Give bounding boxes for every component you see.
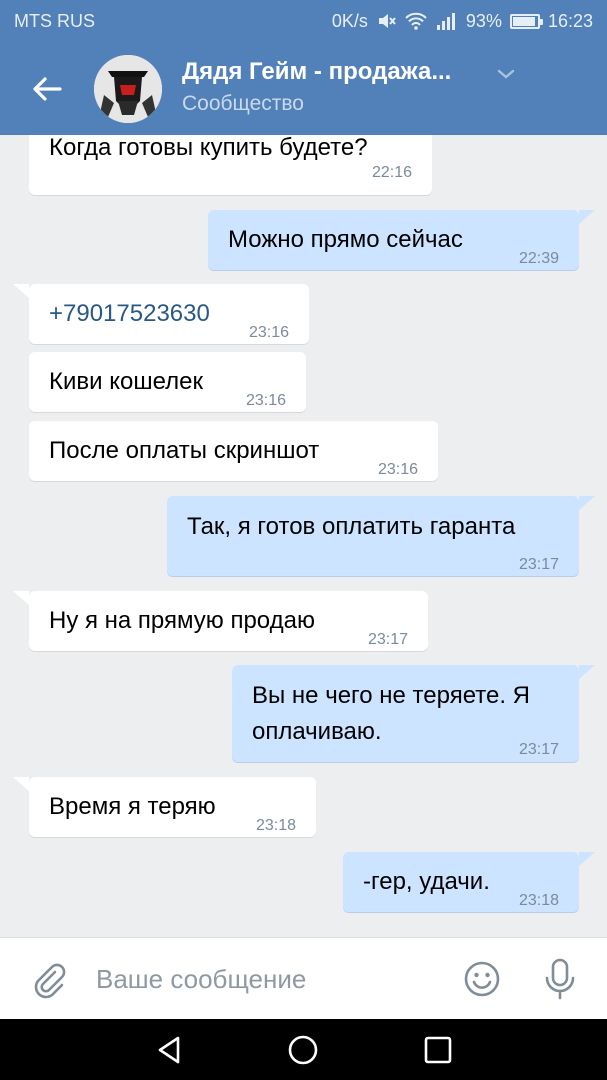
bubble-tail [13,777,29,791]
message-text: Киви кошелек [49,368,203,395]
message-time: 22:16 [371,164,412,181]
message-text: Можно прямо сейчас [228,226,463,253]
message-outgoing[interactable]: Так, я готов оплатить гаранта 23:17 [167,496,579,576]
message-outgoing[interactable]: -гер, удачи. 23:18 [343,852,579,912]
message-incoming[interactable]: Время я теряю 23:18 [29,777,316,837]
message-time: 22:39 [518,250,559,267]
message-text: Так, я готов оплатить гаранта [187,513,516,540]
chevron-down-icon[interactable] [494,62,518,86]
chat-title[interactable]: Дядя Гейм - продажа... [182,58,492,86]
message-incoming[interactable]: Когда готовы купить будете? 22:16 [29,135,432,195]
battery-percent: 93% [465,10,502,31]
bubble-tail [579,210,595,224]
paperclip-icon[interactable] [28,959,68,999]
message-incoming[interactable]: +79017523630 23:16 [29,284,309,344]
message-outgoing[interactable]: Вы не чего не теряете. Я оплачиваю. 23:1… [232,665,579,762]
message-time: 23:18 [518,892,559,909]
mute-icon [376,11,396,31]
chat-toolbar: Дядя Гейм - продажа... Сообщество [0,42,607,135]
nav-home-icon[interactable] [286,1033,320,1067]
message-text-line1: Вы не чего не теряете. Я [252,682,530,709]
app-header: MTS RUS 0K/s 93% 16:23 Дядя Гейм - прода… [0,0,607,135]
message-outgoing[interactable]: Можно прямо сейчас 22:39 [208,210,579,270]
bubble-tail [13,591,29,605]
nav-recents-icon[interactable] [421,1033,455,1067]
message-incoming[interactable]: Ну я на прямую продаю 23:17 [29,591,428,651]
message-text: Время я теряю [49,793,216,820]
message-time: 23:17 [518,741,559,758]
back-button[interactable] [22,64,72,114]
nav-back-icon[interactable] [152,1033,186,1067]
message-input[interactable]: Ваше сообщение [96,960,436,998]
message-text: Ну я на прямую продаю [49,607,315,634]
message-text-line2: оплачиваю. [252,718,382,745]
microphone-icon[interactable] [540,957,580,1001]
message-time: 23:16 [245,392,286,409]
avatar-image [94,55,162,123]
message-time: 23:16 [377,461,418,478]
signal-icon [436,12,458,30]
battery-icon [509,13,543,29]
message-text: -гер, удачи. [363,868,490,895]
wifi-icon [404,11,428,31]
message-time: 23:17 [367,631,408,648]
message-list[interactable]: Когда готовы купить будете? 22:16 Можно … [0,135,607,937]
message-incoming[interactable]: После оплаты скриншот 23:16 [29,421,438,481]
status-bar: MTS RUS 0K/s 93% 16:23 [0,0,607,42]
bubble-tail [579,852,595,866]
carrier-label: MTS RUS [14,10,95,31]
chat-subtitle: Сообщество [182,92,304,115]
message-time: 23:17 [518,556,559,573]
back-arrow-icon [33,77,62,101]
smile-icon[interactable] [462,959,502,999]
phone-link[interactable]: +79017523630 [49,297,210,331]
message-text: Когда готовы купить будете? [49,135,368,161]
status-right: 0K/s 93% 16:23 [332,11,593,32]
message-text: После оплаты скриншот [49,437,320,464]
bubble-tail [579,496,595,510]
bubble-tail [13,284,29,298]
network-speed: 0K/s [331,10,368,31]
message-time: 23:18 [255,817,296,834]
community-avatar[interactable] [94,55,162,123]
system-nav-bar [0,1019,607,1080]
message-time: 23:16 [248,324,289,341]
message-incoming[interactable]: Киви кошелек 23:16 [29,352,306,412]
clock: 16:23 [547,10,593,31]
message-composer: Ваше сообщение [0,937,607,1019]
bubble-tail [579,665,595,679]
